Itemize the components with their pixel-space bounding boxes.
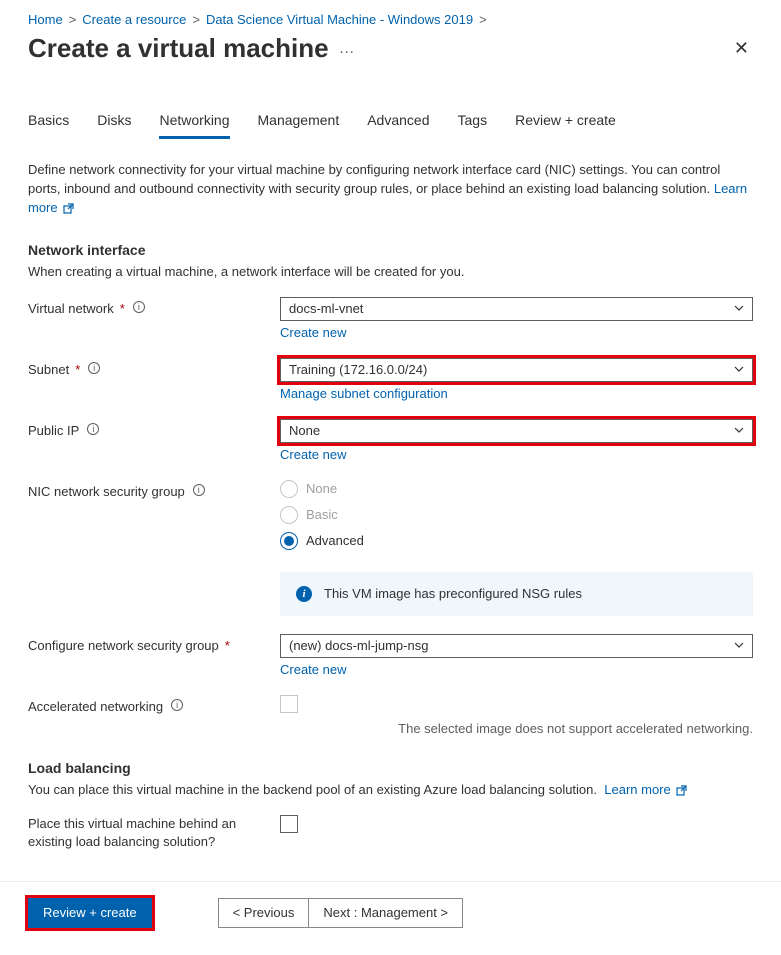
chevron-down-icon — [732, 638, 746, 652]
accel-checkbox — [280, 695, 298, 713]
wizard-footer: Review + create < Previous Next : Manage… — [0, 881, 781, 948]
breadcrumb-sep: > — [69, 12, 77, 27]
info-icon[interactable]: i — [193, 484, 205, 496]
nsg-info-bar: i This VM image has preconfigured NSG ru… — [280, 572, 753, 616]
nsg-label: NIC network security group — [28, 484, 185, 499]
nsg-radio-none[interactable]: None — [280, 480, 753, 498]
more-actions-icon[interactable]: … — [339, 40, 357, 58]
vnet-create-new-link[interactable]: Create new — [280, 325, 346, 340]
network-interface-subtext: When creating a virtual machine, a netwo… — [28, 264, 753, 279]
intro-text: Define network connectivity for your vir… — [28, 161, 753, 218]
info-icon[interactable]: i — [87, 423, 99, 435]
tab-basics[interactable]: Basics — [28, 112, 69, 139]
tab-disks[interactable]: Disks — [97, 112, 131, 139]
info-circle-icon: i — [296, 586, 312, 602]
public-ip-create-new-link[interactable]: Create new — [280, 447, 346, 462]
nsg-radio-advanced[interactable]: Advanced — [280, 532, 753, 550]
tab-networking[interactable]: Networking — [159, 112, 229, 139]
nsg-radio-group: None Basic Advanced — [280, 480, 753, 550]
subnet-label: Subnet — [28, 362, 69, 377]
accel-label: Accelerated networking — [28, 699, 163, 714]
info-icon[interactable]: i — [171, 699, 183, 711]
cfg-nsg-select[interactable]: (new) docs-ml-jump-nsg — [280, 634, 753, 658]
previous-button[interactable]: < Previous — [218, 898, 309, 928]
next-button[interactable]: Next : Management > — [308, 898, 463, 928]
tab-advanced[interactable]: Advanced — [367, 112, 429, 139]
breadcrumb-create-resource[interactable]: Create a resource — [82, 12, 186, 27]
lb-checkbox[interactable] — [280, 815, 298, 833]
external-link-icon — [676, 785, 687, 796]
tab-management[interactable]: Management — [258, 112, 340, 139]
network-interface-heading: Network interface — [28, 242, 753, 258]
breadcrumb: Home > Create a resource > Data Science … — [28, 12, 753, 27]
info-icon[interactable]: i — [88, 362, 100, 374]
subnet-manage-link[interactable]: Manage subnet configuration — [280, 386, 448, 401]
lb-learn-more-link[interactable]: Learn more — [604, 782, 687, 797]
cfg-nsg-create-new-link[interactable]: Create new — [280, 662, 346, 677]
external-link-icon — [63, 203, 74, 214]
breadcrumb-sep: > — [192, 12, 200, 27]
cfg-nsg-label: Configure network security group — [28, 638, 219, 653]
vnet-label: Virtual network — [28, 301, 114, 316]
review-create-button[interactable]: Review + create — [28, 898, 152, 928]
tab-review-create[interactable]: Review + create — [515, 112, 616, 139]
load-balancing-heading: Load balancing — [28, 760, 753, 776]
tab-tags[interactable]: Tags — [458, 112, 488, 139]
tabs: Basics Disks Networking Management Advan… — [28, 112, 753, 139]
subnet-select[interactable]: Training (172.16.0.0/24) — [280, 358, 753, 382]
chevron-down-icon — [732, 301, 746, 315]
accel-note: The selected image does not support acce… — [280, 721, 753, 736]
chevron-down-icon — [732, 423, 746, 437]
load-balancing-text: You can place this virtual machine in th… — [28, 782, 753, 797]
public-ip-label: Public IP — [28, 423, 79, 438]
breadcrumb-sep: > — [479, 12, 487, 27]
public-ip-select[interactable]: None — [280, 419, 753, 443]
info-icon[interactable]: i — [133, 301, 145, 313]
breadcrumb-dsvm[interactable]: Data Science Virtual Machine - Windows 2… — [206, 12, 473, 27]
lb-checkbox-label: Place this virtual machine behind an exi… — [28, 815, 280, 851]
vnet-select[interactable]: docs-ml-vnet — [280, 297, 753, 321]
chevron-down-icon — [732, 362, 746, 376]
page-title: Create a virtual machine — [28, 33, 329, 64]
nsg-radio-basic[interactable]: Basic — [280, 506, 753, 524]
breadcrumb-home[interactable]: Home — [28, 12, 63, 27]
close-icon[interactable]: ✕ — [730, 34, 753, 63]
